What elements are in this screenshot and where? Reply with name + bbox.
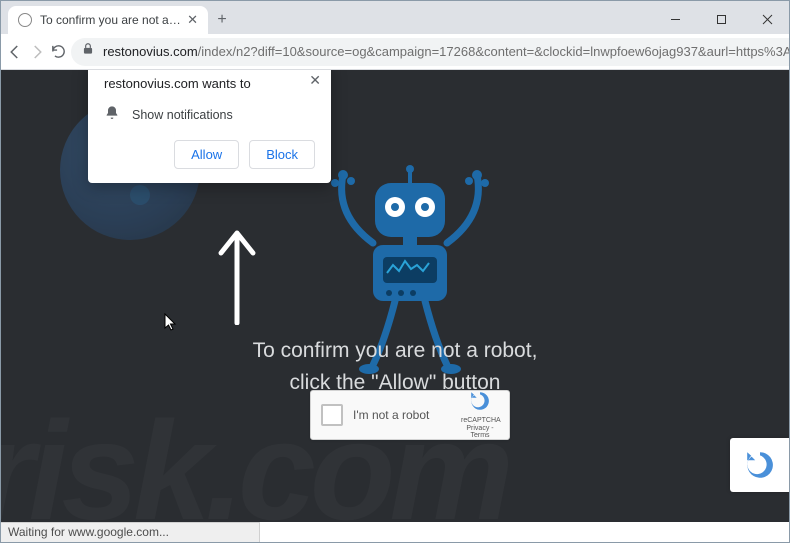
recaptcha-brand: reCAPTCHA [461,417,499,425]
new-tab-button[interactable]: + [208,6,236,34]
instruction-line1: To confirm you are not a robot, [0,335,790,367]
decorative-dot [130,185,150,205]
browser-toolbar: restonovius.com/index/n2?diff=10&source=… [0,34,790,70]
status-text: Waiting for www.google.com... [8,525,169,539]
recaptcha-terms: Privacy - Terms [461,425,499,440]
reload-button[interactable] [50,37,67,67]
block-button[interactable]: Block [249,140,315,169]
forward-button[interactable] [28,37,46,67]
page-content: risk.com [0,70,790,522]
maximize-button[interactable] [698,4,744,34]
permission-item: Show notifications [104,105,315,124]
back-button[interactable] [6,37,24,67]
minimize-button[interactable] [652,4,698,34]
browser-tab[interactable]: To confirm you are not a robot, c ✕ [8,6,208,34]
permission-actions: Allow Block [104,140,315,169]
notification-permission-dialog: ✕ restonovius.com wants to Show notifica… [88,70,331,183]
recaptcha-label: I'm not a robot [353,408,451,422]
recaptcha-logo: reCAPTCHA Privacy - Terms [461,390,499,440]
recaptcha-checkbox[interactable] [321,404,343,426]
address-bar[interactable]: restonovius.com/index/n2?diff=10&source=… [71,38,790,66]
bell-icon [104,105,120,124]
permission-title: restonovius.com wants to [104,76,315,91]
lock-icon [81,42,95,61]
up-arrow-icon [215,225,259,325]
recaptcha-widget[interactable]: I'm not a robot reCAPTCHA Privacy - Term… [310,390,510,440]
permission-item-label: Show notifications [132,108,233,122]
tab-close-icon[interactable]: ✕ [187,12,198,28]
allow-button[interactable]: Allow [174,140,239,169]
url-path: /index/n2?diff=10&source=og&campaign=172… [198,44,790,59]
url-host: restonovius.com [103,44,198,59]
recaptcha-badge[interactable] [730,438,790,492]
globe-icon [18,13,32,27]
window-close-button[interactable] [744,4,790,34]
url-text: restonovius.com/index/n2?diff=10&source=… [103,44,790,59]
status-bar: Waiting for www.google.com... [0,522,260,543]
browser-titlebar: To confirm you are not a robot, c ✕ + [0,0,790,34]
dialog-close-icon[interactable]: ✕ [309,72,321,89]
window-controls [652,4,790,34]
tab-title: To confirm you are not a robot, c [40,13,181,27]
